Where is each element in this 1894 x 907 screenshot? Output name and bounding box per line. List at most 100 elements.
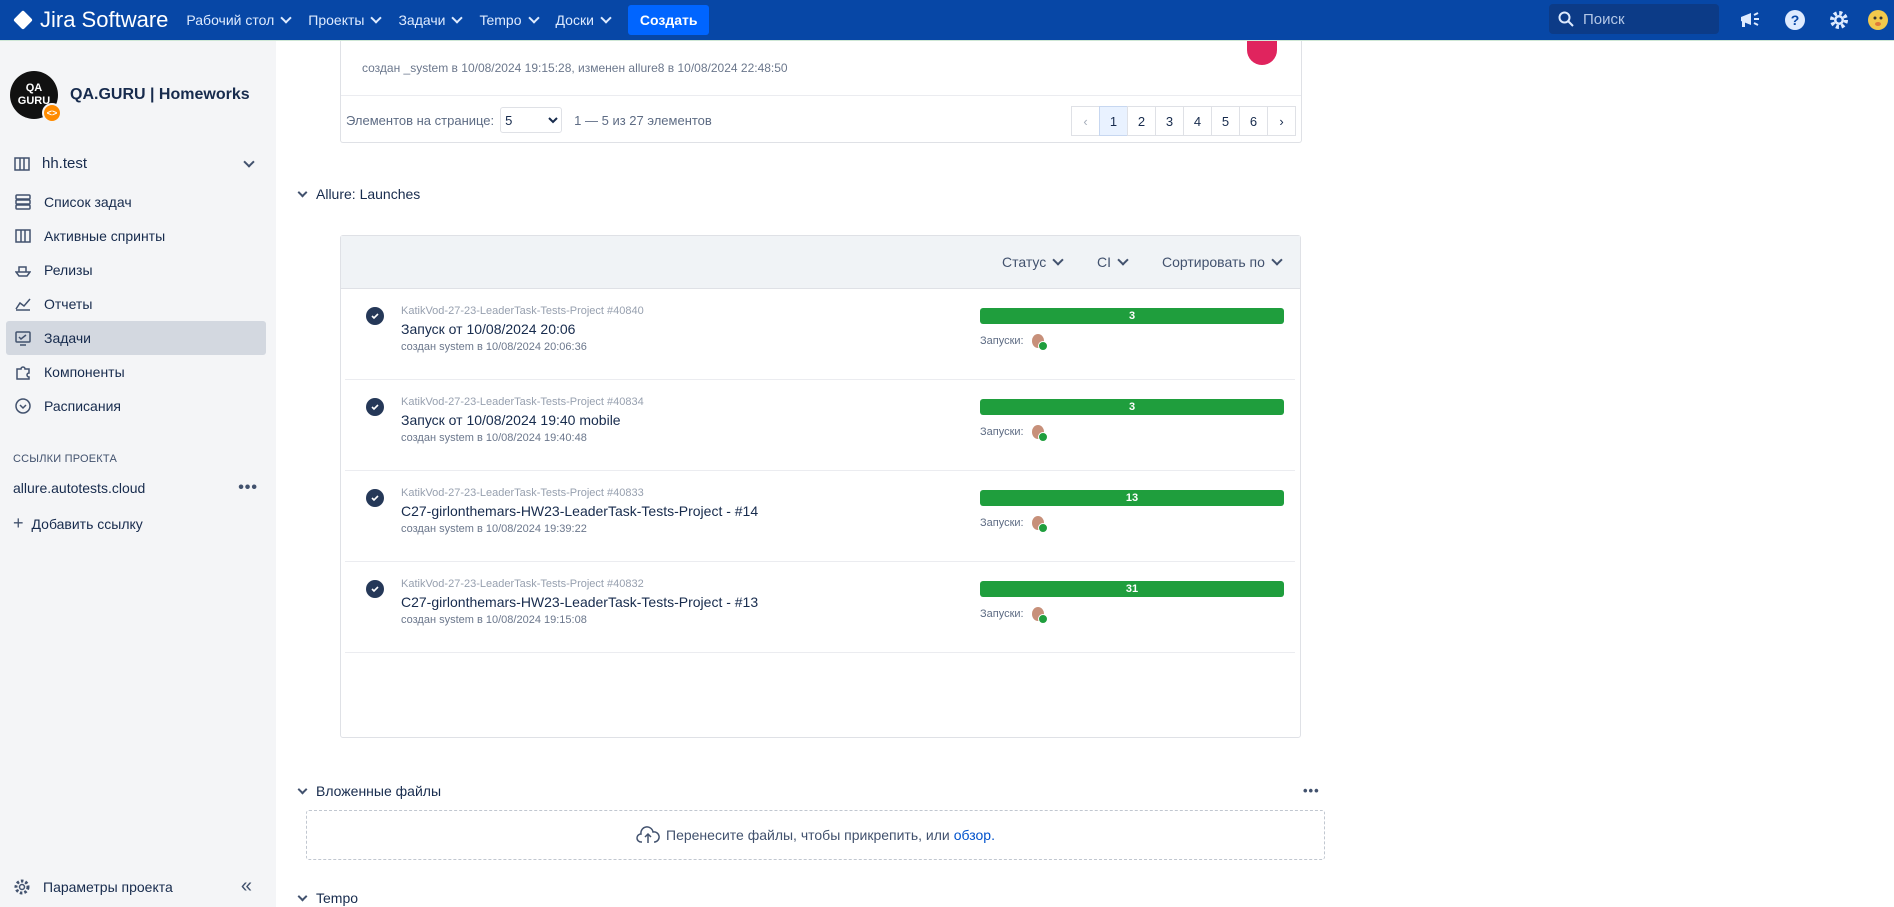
item-meta: создан _system в 10/08/2024 19:15:28, из… xyxy=(362,61,788,75)
collapse-sidebar-icon[interactable]: « xyxy=(241,875,252,898)
launch-runs: Запуски: xyxy=(980,425,1048,442)
tempo-section-toggle[interactable]: Tempo xyxy=(296,890,358,906)
nav-tempo[interactable]: Tempo xyxy=(479,12,540,28)
launch-result-bar: 3 xyxy=(980,399,1284,415)
project-links-heading: ССЫЛКИ ПРОЕКТА xyxy=(13,453,118,465)
page-1[interactable]: 1 xyxy=(1099,106,1128,136)
attachments-more-icon[interactable]: ••• xyxy=(1303,783,1320,798)
chart-icon xyxy=(14,295,32,313)
search-icon xyxy=(1558,11,1574,27)
settings-icon[interactable] xyxy=(1827,8,1851,32)
user-avatar[interactable] xyxy=(1031,607,1048,624)
previous-list-panel: создан _system в 10/08/2024 19:15:28, из… xyxy=(340,41,1302,143)
avatar-icon[interactable] xyxy=(1866,8,1890,32)
file-drop-zone[interactable]: Перенесите файлы, чтобы прикрепить, или … xyxy=(306,810,1325,860)
add-link-button[interactable]: + Добавить ссылку xyxy=(13,513,143,534)
chevron-down-icon xyxy=(296,784,308,797)
chevron-down-icon xyxy=(600,12,612,24)
page-3[interactable]: 3 xyxy=(1155,106,1184,136)
page-4[interactable]: 4 xyxy=(1183,106,1212,136)
page-5[interactable]: 5 xyxy=(1211,106,1240,136)
nav-issues[interactable]: Задачи xyxy=(398,12,464,28)
create-button[interactable]: Создать xyxy=(627,5,710,35)
user-avatar[interactable] xyxy=(1031,425,1048,442)
page-2[interactable]: 2 xyxy=(1127,106,1156,136)
user-avatar[interactable] xyxy=(1031,334,1048,351)
chevron-down-icon xyxy=(1117,254,1129,266)
project-sidebar: QA GURU <> QA.GURU | Homeworks hh.test С… xyxy=(0,41,276,907)
user-avatar[interactable] xyxy=(1031,516,1048,533)
sidebar-item-sprints[interactable]: Активные спринты xyxy=(6,219,266,253)
launch-result-bar: 13 xyxy=(980,490,1284,506)
cloud-upload-icon xyxy=(636,826,660,843)
search-input[interactable] xyxy=(1581,9,1715,29)
nav-boards[interactable]: Доски xyxy=(556,12,612,28)
check-circle-icon xyxy=(366,489,384,507)
attachments-section-toggle[interactable]: Вложенные файлы xyxy=(296,783,441,799)
page-6[interactable]: 6 xyxy=(1239,106,1268,136)
check-circle-icon xyxy=(366,398,384,416)
project-link-label: allure.autotests.cloud xyxy=(13,480,146,496)
next-page-button[interactable]: › xyxy=(1267,106,1296,136)
launch-row[interactable]: KatikVod-27-23-LeaderTask-Tests-Project … xyxy=(345,289,1295,380)
sidebar-item-components[interactable]: Компоненты xyxy=(6,355,266,389)
project-name: QA.GURU | Homeworks xyxy=(70,86,250,103)
chevron-down-icon xyxy=(370,12,383,24)
project-settings[interactable]: Параметры проекта « xyxy=(13,875,258,898)
check-circle-icon xyxy=(366,307,384,325)
chevron-down-icon xyxy=(1271,254,1283,266)
board-columns-icon xyxy=(14,227,32,245)
sidebar-nav: Список задач Активные спринты Релизы Отч… xyxy=(6,185,266,423)
project-avatar: QA GURU <> xyxy=(10,71,62,123)
search-box[interactable] xyxy=(1549,4,1719,34)
chevron-down-icon xyxy=(296,891,308,904)
launch-name[interactable]: Запуск от 10/08/2024 20:06 xyxy=(401,321,575,337)
launch-project: KatikVod-27-23-LeaderTask-Tests-Project … xyxy=(401,396,644,408)
svg-text:?: ? xyxy=(1791,12,1800,28)
launches-section-toggle[interactable]: Allure: Launches xyxy=(296,186,420,202)
drop-text: Перенесите файлы, чтобы прикрепить, или xyxy=(666,827,950,843)
project-link[interactable]: allure.autotests.cloud ••• xyxy=(13,479,258,497)
launch-row[interactable]: KatikVod-27-23-LeaderTask-Tests-Project … xyxy=(345,562,1295,653)
project-header[interactable]: QA GURU <> QA.GURU | Homeworks xyxy=(10,71,250,123)
launch-result-bar: 3 xyxy=(980,308,1284,324)
board-selector[interactable]: hh.test xyxy=(14,155,259,172)
megaphone-icon[interactable] xyxy=(1738,8,1762,32)
launch-row[interactable]: KatikVod-27-23-LeaderTask-Tests-Project … xyxy=(345,471,1295,562)
launch-row[interactable]: KatikVod-27-23-LeaderTask-Tests-Project … xyxy=(345,380,1295,471)
board-icon xyxy=(14,156,30,171)
sidebar-item-schedules[interactable]: Расписания xyxy=(6,389,266,423)
launches-title: Allure: Launches xyxy=(316,186,421,202)
more-icon[interactable]: ••• xyxy=(238,479,258,497)
launch-name[interactable]: Запуск от 10/08/2024 19:40 mobile xyxy=(401,412,621,428)
status-indicator xyxy=(1247,41,1277,65)
jira-logo[interactable]: Jira Software xyxy=(13,7,168,33)
launch-name[interactable]: C27-girlonthemars-HW23-LeaderTask-Tests-… xyxy=(401,594,758,610)
nav-projects[interactable]: Проекты xyxy=(308,12,383,28)
help-icon[interactable]: ? xyxy=(1783,8,1807,32)
range-text: 1 — 5 из 27 элементов xyxy=(574,112,712,128)
sidebar-item-issues[interactable]: Задачи xyxy=(6,321,266,355)
code-badge-icon: <> xyxy=(42,103,62,123)
jira-diamond-icon xyxy=(13,10,33,30)
sidebar-item-releases[interactable]: Релизы xyxy=(6,253,266,287)
check-circle-icon xyxy=(366,580,384,598)
prev-page-button[interactable]: ‹ xyxy=(1071,106,1100,136)
chevron-down-icon xyxy=(280,12,292,24)
sidebar-item-backlog[interactable]: Список задач xyxy=(6,185,266,219)
launches-panel: Статус CI Сортировать по KatikVod-27-23-… xyxy=(340,235,1301,738)
launch-project: KatikVod-27-23-LeaderTask-Tests-Project … xyxy=(401,578,644,590)
status-filter[interactable]: Статус xyxy=(1002,254,1064,270)
launches-filter-bar: Статус CI Сортировать по xyxy=(341,236,1300,289)
gear-icon xyxy=(14,879,30,894)
chevron-down-icon xyxy=(296,187,308,200)
sort-filter[interactable]: Сортировать по xyxy=(1162,254,1283,270)
ci-filter[interactable]: CI xyxy=(1097,254,1129,270)
per-page-select[interactable]: 5 xyxy=(500,107,563,133)
sidebar-item-reports[interactable]: Отчеты xyxy=(6,287,266,321)
browse-link[interactable]: обзор. xyxy=(954,827,995,843)
nav-dashboard[interactable]: Рабочий стол xyxy=(186,12,292,28)
launch-project: KatikVod-27-23-LeaderTask-Tests-Project … xyxy=(401,487,644,499)
chevron-down-icon xyxy=(527,12,540,24)
launch-name[interactable]: C27-girlonthemars-HW23-LeaderTask-Tests-… xyxy=(401,503,758,519)
